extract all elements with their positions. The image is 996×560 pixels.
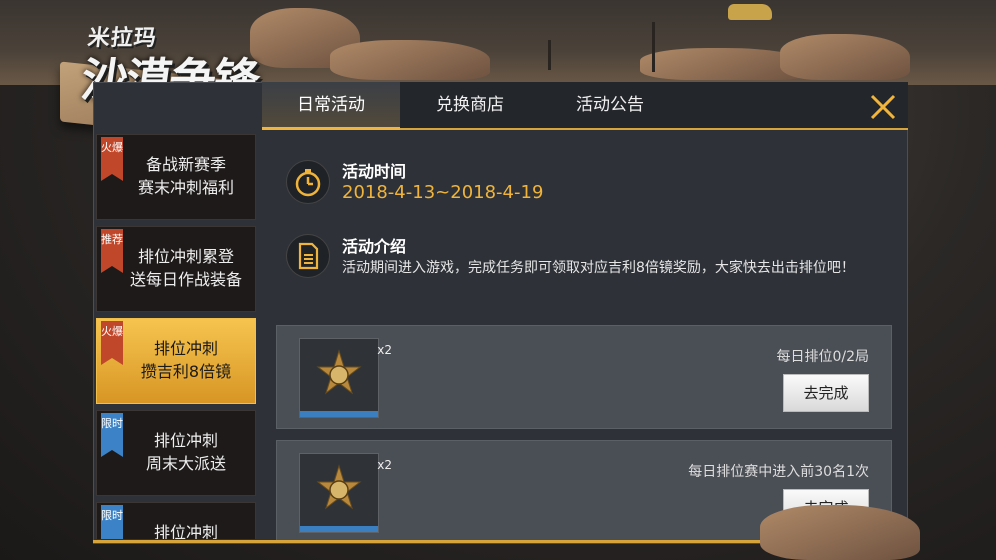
- power-pole: [652, 22, 655, 72]
- reward-quantity: x2: [377, 458, 392, 472]
- tab-bar: 日常活动 兑换商店 活动公告: [262, 82, 908, 130]
- buggy-car-icon: [728, 4, 772, 20]
- sidebar-item-new-season[interactable]: 火爆 备战新赛季 赛末冲刺福利: [96, 134, 256, 220]
- close-icon[interactable]: [866, 90, 900, 124]
- sidebar-item-label: 排位冲刺 攒吉利8倍镜: [123, 337, 249, 383]
- reward-rarity-bar: [300, 526, 378, 532]
- sidebar-item-rank-sprint[interactable]: 限时 排位冲刺: [96, 502, 256, 539]
- sidebar-item-8x-scope[interactable]: 火爆 排位冲刺 攒吉利8倍镜: [96, 318, 256, 404]
- tab-exchange-shop[interactable]: 兑换商店: [400, 82, 540, 128]
- reward-slot[interactable]: x2: [299, 453, 392, 533]
- task-description: 每日排位0/2局: [776, 349, 869, 365]
- hot-badge: 火爆: [101, 137, 123, 181]
- document-icon: [286, 234, 330, 278]
- rock: [330, 40, 490, 80]
- limited-badge: 限时: [101, 413, 123, 457]
- limited-badge: 限时: [101, 505, 123, 539]
- label-line: 攒吉利8倍镜: [140, 362, 232, 381]
- tab-announcement[interactable]: 活动公告: [540, 82, 680, 128]
- sidebar-item-label: 排位冲刺 周末大派送: [123, 429, 249, 475]
- activity-time-value: 2018-4-13~2018-4-19: [342, 182, 544, 203]
- sidebar-item-label: 排位冲刺累登 送每日作战装备: [123, 245, 249, 291]
- label-line: 送每日作战装备: [129, 270, 242, 289]
- reward-slot[interactable]: x2: [299, 338, 392, 418]
- sidebar-item-login-rewards[interactable]: 推荐 排位冲刺累登 送每日作战装备: [96, 226, 256, 312]
- activity-intro-title: 活动介绍: [342, 237, 407, 256]
- activity-intro-text: 活动期间进入游戏，完成任务即可领取对应吉利8倍镜奖励，大家快去出击排位吧！: [342, 260, 855, 276]
- stopwatch-icon: [286, 160, 330, 204]
- label-line: 周末大派送: [145, 454, 226, 473]
- label-line: 赛末冲刺福利: [137, 178, 234, 197]
- activity-time-title: 活动时间: [342, 162, 407, 181]
- label-line: 排位冲刺累登: [137, 247, 234, 266]
- recommend-badge: 推荐: [101, 229, 123, 273]
- rock: [780, 34, 910, 80]
- task-description: 每日排位赛中进入前30名1次: [688, 464, 869, 480]
- reward-quantity: x2: [377, 343, 392, 357]
- go-complete-button[interactable]: 去完成: [783, 374, 869, 412]
- activity-sidebar: 火爆 备战新赛季 赛末冲刺福利 推荐 排位冲刺累登 送每日作战装备 火爆 排位冲…: [96, 134, 258, 539]
- sidebar-item-label: 备战新赛季 赛末冲刺福利: [123, 153, 249, 199]
- label-line: 备战新赛季: [145, 155, 226, 174]
- label-line: 排位冲刺: [153, 339, 218, 358]
- label-line: 排位冲刺: [153, 431, 218, 450]
- sidebar-item-weekend[interactable]: 限时 排位冲刺 周末大派送: [96, 410, 256, 496]
- task-card: x2 每日排位0/2局 去完成: [276, 325, 892, 429]
- scope-medal-icon: [316, 349, 362, 395]
- hot-badge: 火爆: [101, 321, 123, 365]
- rock: [760, 505, 920, 560]
- tab-daily-activity[interactable]: 日常活动: [262, 82, 400, 130]
- label-line: 排位冲刺: [153, 523, 218, 539]
- reward-rarity-bar: [300, 411, 378, 417]
- power-pole: [548, 40, 551, 70]
- sidebar-item-label: 排位冲刺: [123, 521, 249, 539]
- scope-medal-icon: [316, 464, 362, 510]
